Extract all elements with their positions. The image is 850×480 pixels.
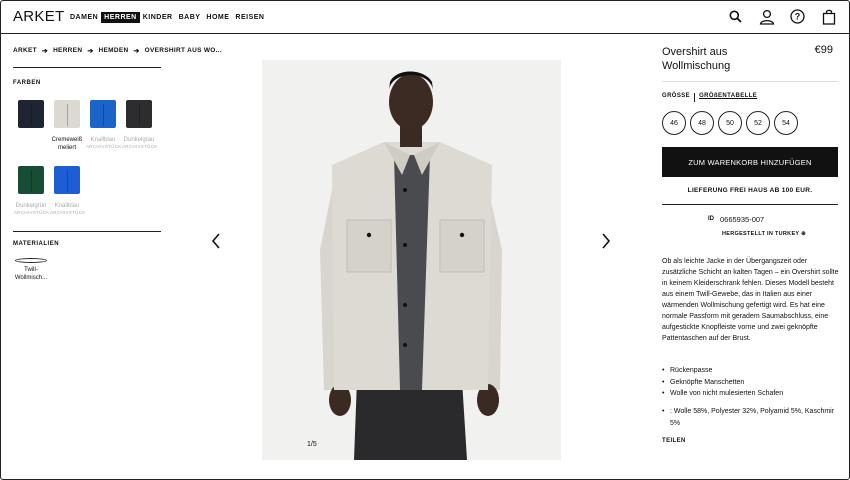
- product-price: €99: [814, 44, 833, 56]
- swatch-image: [54, 100, 80, 128]
- materials-label: MATERIALIEN: [13, 241, 60, 247]
- swatch-label: Cremeweiß meliert: [51, 137, 83, 151]
- color-swatch[interactable]: Dunkelgrün ARCHIVSTÜCK: [14, 166, 50, 215]
- swatch-sublabel: ARCHIVSTÜCK: [50, 210, 86, 215]
- swatch-label: Knallblau: [54, 203, 80, 209]
- nav-reisen[interactable]: REISEN: [232, 12, 267, 23]
- account-icon[interactable]: [758, 8, 775, 25]
- header-icons: ?: [727, 8, 837, 25]
- list-item: Geknöpfte Manschetten: [662, 377, 842, 389]
- swatch-sublabel: ARCHIVSTÜCK: [86, 144, 122, 149]
- origin-info[interactable]: HERGESTELLT IN TURKEY ⊕: [722, 231, 806, 237]
- color-swatch[interactable]: Dunkelgrau ARCHIVSTÜCK: [122, 100, 158, 149]
- list-item: Rückenpasse: [662, 365, 842, 377]
- article-key: ID: [708, 216, 714, 222]
- nav-damen[interactable]: DAMEN: [67, 12, 101, 23]
- product-description: Ob als leichte Jacke in der Übergangszei…: [662, 258, 839, 342]
- chevron-right-icon: [602, 233, 611, 249]
- prev-image-button[interactable]: [211, 233, 221, 254]
- swatch-image: [90, 100, 116, 128]
- nav-baby[interactable]: BABY: [176, 12, 204, 23]
- swatch-image: [54, 166, 80, 194]
- share-link[interactable]: TEILEN: [662, 438, 686, 444]
- arrow-right-icon: ➔: [41, 48, 49, 55]
- breadcrumb-arket[interactable]: ARKET: [13, 47, 37, 55]
- nav-home[interactable]: HOME: [203, 12, 232, 23]
- divider: [13, 231, 161, 232]
- size-option-46[interactable]: 46: [662, 111, 686, 135]
- swatch-sublabel: ARCHIVSTÜCK: [122, 144, 158, 149]
- color-swatch[interactable]: [14, 100, 48, 128]
- material-swatch: [15, 258, 47, 263]
- separator: [694, 93, 696, 102]
- breadcrumb-hemden[interactable]: HEMDEN: [98, 47, 128, 55]
- divider: [13, 67, 161, 68]
- site-header: ARKET DAMEN HERREN KINDER BABY HOME REIS…: [1, 1, 849, 34]
- breadcrumb: ARKET ➔ HERREN ➔ HEMDEN ➔ OVERSHIRT AUS …: [13, 47, 222, 55]
- swatch-label: Dunkelgrün: [15, 203, 47, 209]
- nav-herren[interactable]: HERREN: [101, 12, 140, 23]
- arrow-right-icon: ➔: [133, 48, 140, 55]
- colors-label: FARBEN: [13, 80, 41, 86]
- page: ARKET DAMEN HERREN KINDER BABY HOME REIS…: [0, 0, 850, 480]
- logo[interactable]: ARKET: [13, 8, 65, 25]
- bag-icon[interactable]: [820, 8, 837, 25]
- swatch-label: Knallblau: [90, 137, 116, 143]
- size-selector: 46 48 50 52 54: [662, 111, 798, 135]
- image-counter: 1/5: [307, 441, 317, 448]
- article-id: 0665935-007: [720, 215, 765, 224]
- size-guide-link[interactable]: GRÖßENTABELLE: [699, 93, 757, 102]
- product-image[interactable]: [262, 60, 561, 460]
- help-icon[interactable]: ?: [789, 8, 806, 25]
- add-to-cart-button[interactable]: ZUM WARENKORB HINZUFÜGEN: [662, 147, 838, 177]
- color-swatch[interactable]: Knallblau ARCHIVSTÜCK: [86, 100, 122, 149]
- shipping-info: LIEFERUNG FREI HAUS AB 100 EUR.: [687, 187, 813, 194]
- swatch-image: [126, 100, 152, 128]
- color-swatch[interactable]: Cremeweiß meliert: [50, 100, 84, 152]
- breadcrumb-herren[interactable]: HERREN: [53, 47, 82, 55]
- arrow-right-icon: ➔: [87, 48, 94, 55]
- search-icon[interactable]: [727, 8, 744, 25]
- size-option-54[interactable]: 54: [774, 111, 798, 135]
- divider: [662, 81, 838, 82]
- breadcrumb-current: OVERSHIRT AUS WO...: [144, 47, 222, 54]
- size-header: GRÖSSE GRÖßENTABELLE: [662, 93, 757, 102]
- svg-text:?: ?: [795, 12, 801, 22]
- color-swatch[interactable]: Knallblau ARCHIVSTÜCK: [50, 166, 86, 215]
- product-title: Overshirt aus Wollmischung: [662, 46, 731, 72]
- main-nav: DAMEN HERREN KINDER BABY HOME REISEN: [67, 12, 267, 23]
- swatch-image: [18, 166, 44, 194]
- chevron-left-icon: [211, 233, 220, 249]
- size-option-48[interactable]: 48: [690, 111, 714, 135]
- list-item: Wolle von nicht mulesierten Schafen: [662, 388, 842, 400]
- composition: : Wolle 58%, Polyester 32%, Polyamid 5%,…: [662, 406, 842, 429]
- next-image-button[interactable]: [601, 233, 611, 254]
- feature-list: Rückenpasse Geknöpfte Manschetten Wolle …: [662, 365, 842, 400]
- nav-kinder[interactable]: KINDER: [140, 12, 176, 23]
- swatch-label: Dunkelgrau: [123, 137, 155, 143]
- material-label: Twill-Wollmisch...: [14, 267, 48, 281]
- divider: [662, 204, 838, 205]
- article-number: ID 0665935-007: [708, 215, 764, 224]
- size-option-52[interactable]: 52: [746, 111, 770, 135]
- swatch-sublabel: ARCHIVSTÜCK: [14, 210, 50, 215]
- size-label: GRÖSSE: [662, 93, 691, 99]
- model-photo: [262, 60, 561, 460]
- size-option-50[interactable]: 50: [718, 111, 742, 135]
- material-option[interactable]: Twill-Wollmisch...: [13, 258, 49, 282]
- swatch-image: [18, 100, 44, 128]
